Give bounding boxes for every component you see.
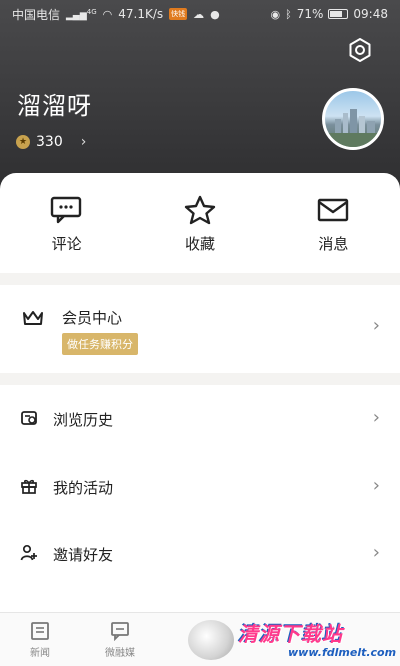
menu-item-activities[interactable]: 我的活动 › (0, 453, 400, 519)
watermark-url: www.fdlmelt.com (288, 646, 397, 659)
network-speed: 47.1K/s (118, 7, 164, 21)
nav-tab-media[interactable]: 微融媒 (80, 613, 160, 666)
avatar[interactable] (322, 88, 384, 150)
menu-item-history[interactable]: 浏览历史 › (0, 385, 400, 451)
settings-button[interactable] (346, 36, 374, 64)
message-icon: ● (210, 7, 220, 21)
messages-button[interactable]: 消息 (267, 173, 400, 273)
battery-level (330, 11, 342, 17)
avatar-image (325, 109, 381, 147)
bluetooth-icon: ᛒ (285, 7, 292, 21)
clock: 09:48 (353, 7, 388, 21)
wifi-icon: ◠ (102, 7, 113, 21)
menu-item-label: 我的活动 (53, 479, 114, 497)
menu-item-invite[interactable]: 邀请好友 › (0, 520, 400, 586)
signal-icon: ▂▄▆4G (66, 7, 97, 21)
crown-icon (23, 311, 43, 325)
nav-tab-label: 微融媒 (105, 648, 135, 659)
star-icon (184, 195, 216, 225)
carrier-label: 中国电信 (12, 7, 61, 22)
coin-icon: ★ (16, 135, 30, 149)
news-icon (31, 622, 49, 640)
points-link[interactable]: ★ 330 › (16, 134, 86, 150)
watermark-emblem (188, 620, 234, 660)
messages-label: 消息 (318, 235, 349, 253)
chevron-right-icon: › (372, 407, 380, 428)
watermark-logo: 清源下载站 www.fdlmelt.com (188, 614, 396, 664)
chevron-right-icon: › (372, 315, 380, 336)
comment-icon (50, 196, 81, 224)
eye-icon: ◉ (270, 7, 281, 21)
nav-tab-label: 新闻 (30, 648, 50, 659)
comments-button[interactable]: 评论 (0, 173, 133, 273)
history-icon (21, 411, 37, 425)
network-type: 4G (86, 7, 97, 16)
member-tag-badge: 做任务赚积分 (62, 333, 138, 355)
battery-percent: 71% (296, 7, 324, 21)
chevron-right-icon: › (80, 134, 87, 150)
nav-tab-news[interactable]: 新闻 (0, 613, 80, 666)
battery-icon (328, 9, 349, 19)
section-divider (0, 373, 400, 385)
favorites-button[interactable]: 收藏 (133, 173, 266, 273)
member-center-title: 会员中心 (62, 309, 123, 327)
section-divider (0, 273, 400, 285)
comments-label: 评论 (51, 235, 82, 253)
menu-item-label: 邀请好友 (53, 546, 114, 564)
favorites-label: 收藏 (184, 235, 215, 253)
profile-header: 中国电信 ▂▄▆4G ◠ 47.1K/s 快钱 ☁ ● ◉ ᛒ 71% 09:4… (0, 0, 400, 195)
mail-icon (318, 198, 349, 222)
member-center-row[interactable]: 会员中心 做任务赚积分 › (0, 285, 400, 373)
cloud-icon: ☁ (193, 7, 205, 21)
username: 溜溜呀 (17, 92, 92, 120)
points-value: 330 (36, 134, 63, 150)
watermark-title: 清源下载站 (238, 622, 343, 646)
gift-icon (21, 479, 37, 494)
quick-actions-card: 评论 收藏 消息 (0, 173, 400, 273)
add-user-icon (20, 544, 37, 561)
status-bar: 中国电信 ▂▄▆4G ◠ 47.1K/s 快钱 ☁ ● ◉ ᛒ 71% 09:4… (0, 0, 400, 28)
menu-item-label: 浏览历史 (53, 411, 114, 429)
gear-icon (349, 38, 371, 62)
chevron-right-icon: › (372, 475, 380, 496)
chat-icon (111, 622, 129, 641)
app-notification-badge: 快钱 (169, 8, 188, 20)
chevron-right-icon: › (372, 542, 380, 563)
